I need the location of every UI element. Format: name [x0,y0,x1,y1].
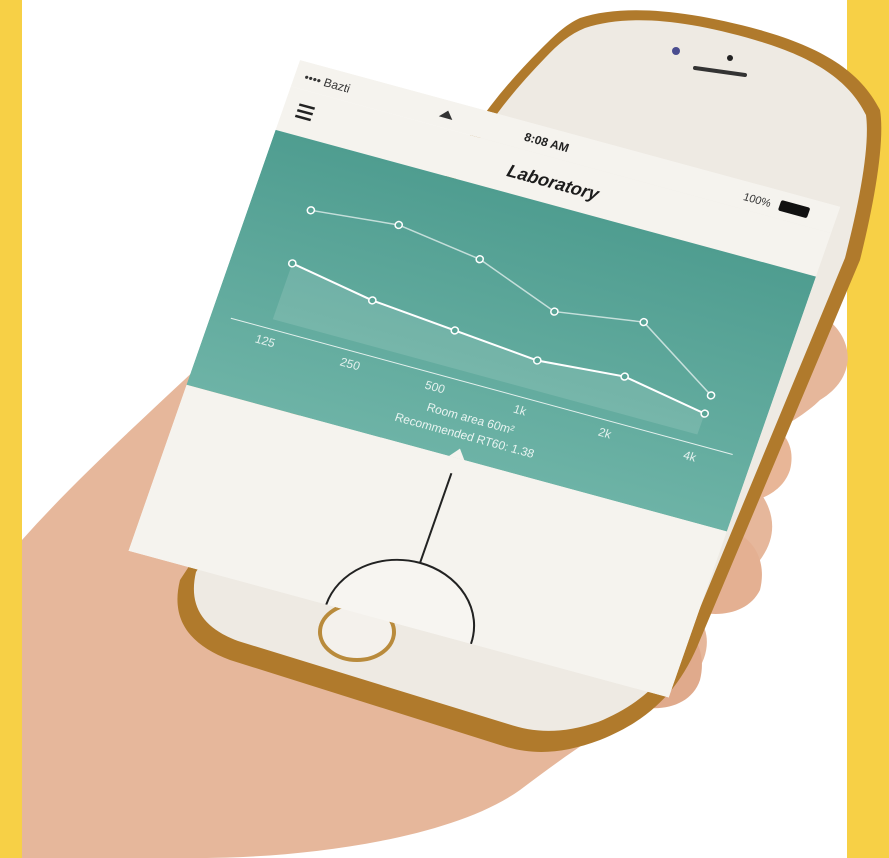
app-screen: •••• Bazti 8:08 AM 100% Laboratory 125 2… [128,60,841,698]
app-ui: •••• Bazti 8:08 AM 100% Laboratory 12525… [128,60,841,698]
